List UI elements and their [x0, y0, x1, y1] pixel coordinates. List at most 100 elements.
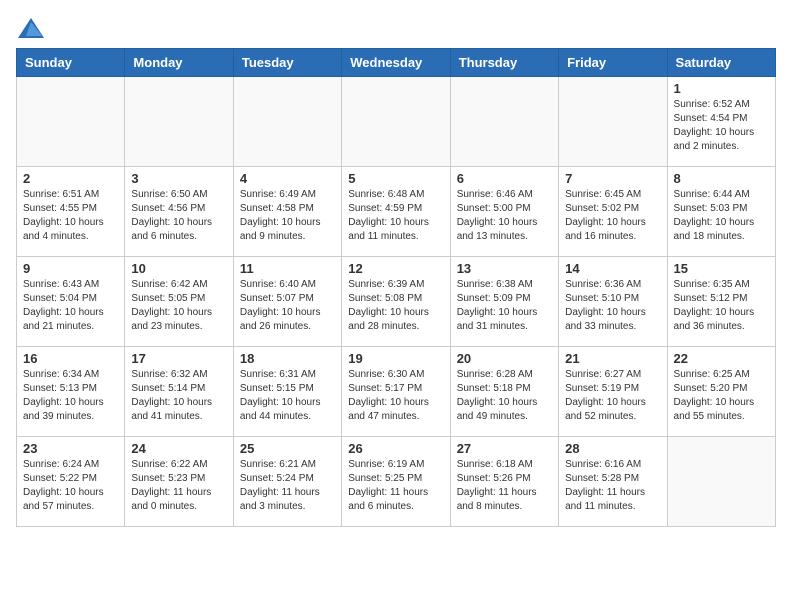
day-number: 5	[348, 171, 443, 186]
calendar-cell: 23 Sunrise: 6:24 AM Sunset: 5:22 PM Dayli…	[17, 437, 125, 527]
calendar-cell: 1 Sunrise: 6:52 AM Sunset: 4:54 PM Daylig…	[667, 77, 775, 167]
calendar-cell: 12 Sunrise: 6:39 AM Sunset: 5:08 PM Dayli…	[342, 257, 450, 347]
calendar-cell: 16 Sunrise: 6:34 AM Sunset: 5:13 PM Dayli…	[17, 347, 125, 437]
logo-icon	[16, 16, 46, 40]
day-info: Sunrise: 6:21 AM Sunset: 5:24 PM Dayligh…	[240, 458, 335, 514]
calendar-cell: 20 Sunrise: 6:28 AM Sunset: 5:18 PM Dayli…	[450, 347, 558, 437]
day-number: 3	[131, 171, 226, 186]
calendar-cell: 19 Sunrise: 6:30 AM Sunset: 5:17 PM Dayli…	[342, 347, 450, 437]
day-number: 18	[240, 351, 335, 366]
page-header	[16, 16, 776, 40]
calendar-cell	[17, 77, 125, 167]
day-info: Sunrise: 6:25 AM Sunset: 5:20 PM Dayligh…	[674, 368, 769, 424]
day-info: Sunrise: 6:32 AM Sunset: 5:14 PM Dayligh…	[131, 368, 226, 424]
day-info: Sunrise: 6:27 AM Sunset: 5:19 PM Dayligh…	[565, 368, 660, 424]
day-number: 12	[348, 261, 443, 276]
day-number: 25	[240, 441, 335, 456]
day-number: 14	[565, 261, 660, 276]
calendar-cell: 14 Sunrise: 6:36 AM Sunset: 5:10 PM Dayli…	[559, 257, 667, 347]
calendar-cell: 2 Sunrise: 6:51 AM Sunset: 4:55 PM Daylig…	[17, 167, 125, 257]
calendar-cell: 25 Sunrise: 6:21 AM Sunset: 5:24 PM Dayli…	[233, 437, 341, 527]
day-info: Sunrise: 6:28 AM Sunset: 5:18 PM Dayligh…	[457, 368, 552, 424]
calendar-cell: 26 Sunrise: 6:19 AM Sunset: 5:25 PM Dayli…	[342, 437, 450, 527]
calendar-cell: 6Sunrise: 6:46 AM Sunset: 5:00 PM Daylig…	[450, 167, 558, 257]
day-number: 26	[348, 441, 443, 456]
day-number: 24	[131, 441, 226, 456]
calendar-cell: 24 Sunrise: 6:22 AM Sunset: 5:23 PM Dayli…	[125, 437, 233, 527]
day-info: Sunrise: 6:39 AM Sunset: 5:08 PM Dayligh…	[348, 278, 443, 334]
calendar-cell	[450, 77, 558, 167]
day-number: 9	[23, 261, 118, 276]
day-info: Sunrise: 6:43 AM Sunset: 5:04 PM Dayligh…	[23, 278, 118, 334]
day-info: Sunrise: 6:22 AM Sunset: 5:23 PM Dayligh…	[131, 458, 226, 514]
calendar-cell: 15 Sunrise: 6:35 AM Sunset: 5:12 PM Dayli…	[667, 257, 775, 347]
day-info: Sunrise: 6:24 AM Sunset: 5:22 PM Dayligh…	[23, 458, 118, 514]
calendar-cell: 22 Sunrise: 6:25 AM Sunset: 5:20 PM Dayli…	[667, 347, 775, 437]
day-number: 21	[565, 351, 660, 366]
day-info: Sunrise: 6:44 AM Sunset: 5:03 PM Dayligh…	[674, 188, 769, 244]
day-number: 2	[23, 171, 118, 186]
day-number: 22	[674, 351, 769, 366]
day-number: 1	[674, 81, 769, 96]
calendar-week-4: 16 Sunrise: 6:34 AM Sunset: 5:13 PM Dayli…	[17, 347, 776, 437]
day-number: 13	[457, 261, 552, 276]
day-info: Sunrise: 6:38 AM Sunset: 5:09 PM Dayligh…	[457, 278, 552, 334]
day-number: 4	[240, 171, 335, 186]
calendar-cell	[233, 77, 341, 167]
calendar-cell: 5 Sunrise: 6:48 AM Sunset: 4:59 PM Daylig…	[342, 167, 450, 257]
calendar-cell: 13 Sunrise: 6:38 AM Sunset: 5:09 PM Dayli…	[450, 257, 558, 347]
calendar-cell: 7Sunrise: 6:45 AM Sunset: 5:02 PM Daylig…	[559, 167, 667, 257]
calendar-cell: 18 Sunrise: 6:31 AM Sunset: 5:15 PM Dayli…	[233, 347, 341, 437]
day-number: 8	[674, 171, 769, 186]
calendar-cell: 27 Sunrise: 6:18 AM Sunset: 5:26 PM Dayli…	[450, 437, 558, 527]
day-info: Sunrise: 6:31 AM Sunset: 5:15 PM Dayligh…	[240, 368, 335, 424]
day-info: Sunrise: 6:42 AM Sunset: 5:05 PM Dayligh…	[131, 278, 226, 334]
calendar-cell: 21 Sunrise: 6:27 AM Sunset: 5:19 PM Dayli…	[559, 347, 667, 437]
calendar-week-3: 9 Sunrise: 6:43 AM Sunset: 5:04 PM Daylig…	[17, 257, 776, 347]
day-info: Sunrise: 6:52 AM Sunset: 4:54 PM Dayligh…	[674, 98, 769, 154]
day-info: Sunrise: 6:50 AM Sunset: 4:56 PM Dayligh…	[131, 188, 226, 244]
day-number: 7	[565, 171, 660, 186]
header-day-wednesday: Wednesday	[342, 49, 450, 77]
day-info: Sunrise: 6:30 AM Sunset: 5:17 PM Dayligh…	[348, 368, 443, 424]
header-day-thursday: Thursday	[450, 49, 558, 77]
header-day-friday: Friday	[559, 49, 667, 77]
day-info: Sunrise: 6:35 AM Sunset: 5:12 PM Dayligh…	[674, 278, 769, 334]
day-number: 19	[348, 351, 443, 366]
calendar-cell	[667, 437, 775, 527]
calendar-cell: 9 Sunrise: 6:43 AM Sunset: 5:04 PM Daylig…	[17, 257, 125, 347]
day-info: Sunrise: 6:48 AM Sunset: 4:59 PM Dayligh…	[348, 188, 443, 244]
header-day-saturday: Saturday	[667, 49, 775, 77]
day-number: 11	[240, 261, 335, 276]
day-info: Sunrise: 6:36 AM Sunset: 5:10 PM Dayligh…	[565, 278, 660, 334]
day-number: 20	[457, 351, 552, 366]
day-number: 16	[23, 351, 118, 366]
calendar-cell	[342, 77, 450, 167]
header-day-sunday: Sunday	[17, 49, 125, 77]
calendar-cell: 3 Sunrise: 6:50 AM Sunset: 4:56 PM Daylig…	[125, 167, 233, 257]
calendar-cell: 11 Sunrise: 6:40 AM Sunset: 5:07 PM Dayli…	[233, 257, 341, 347]
day-info: Sunrise: 6:19 AM Sunset: 5:25 PM Dayligh…	[348, 458, 443, 514]
day-number: 27	[457, 441, 552, 456]
day-number: 15	[674, 261, 769, 276]
day-number: 23	[23, 441, 118, 456]
day-number: 17	[131, 351, 226, 366]
day-info: Sunrise: 6:40 AM Sunset: 5:07 PM Dayligh…	[240, 278, 335, 334]
calendar-cell: 10Sunrise: 6:42 AM Sunset: 5:05 PM Dayli…	[125, 257, 233, 347]
day-info: Sunrise: 6:18 AM Sunset: 5:26 PM Dayligh…	[457, 458, 552, 514]
day-info: Sunrise: 6:51 AM Sunset: 4:55 PM Dayligh…	[23, 188, 118, 244]
calendar-cell	[125, 77, 233, 167]
header-day-tuesday: Tuesday	[233, 49, 341, 77]
calendar-cell	[559, 77, 667, 167]
logo	[16, 16, 50, 40]
calendar-week-2: 2 Sunrise: 6:51 AM Sunset: 4:55 PM Daylig…	[17, 167, 776, 257]
calendar-cell: 28Sunrise: 6:16 AM Sunset: 5:28 PM Dayli…	[559, 437, 667, 527]
calendar-cell: 4 Sunrise: 6:49 AM Sunset: 4:58 PM Daylig…	[233, 167, 341, 257]
calendar-header-row: SundayMondayTuesdayWednesdayThursdayFrid…	[17, 49, 776, 77]
day-info: Sunrise: 6:46 AM Sunset: 5:00 PM Dayligh…	[457, 188, 552, 244]
day-info: Sunrise: 6:34 AM Sunset: 5:13 PM Dayligh…	[23, 368, 118, 424]
day-info: Sunrise: 6:49 AM Sunset: 4:58 PM Dayligh…	[240, 188, 335, 244]
header-day-monday: Monday	[125, 49, 233, 77]
calendar-week-5: 23 Sunrise: 6:24 AM Sunset: 5:22 PM Dayli…	[17, 437, 776, 527]
calendar-table: SundayMondayTuesdayWednesdayThursdayFrid…	[16, 48, 776, 527]
